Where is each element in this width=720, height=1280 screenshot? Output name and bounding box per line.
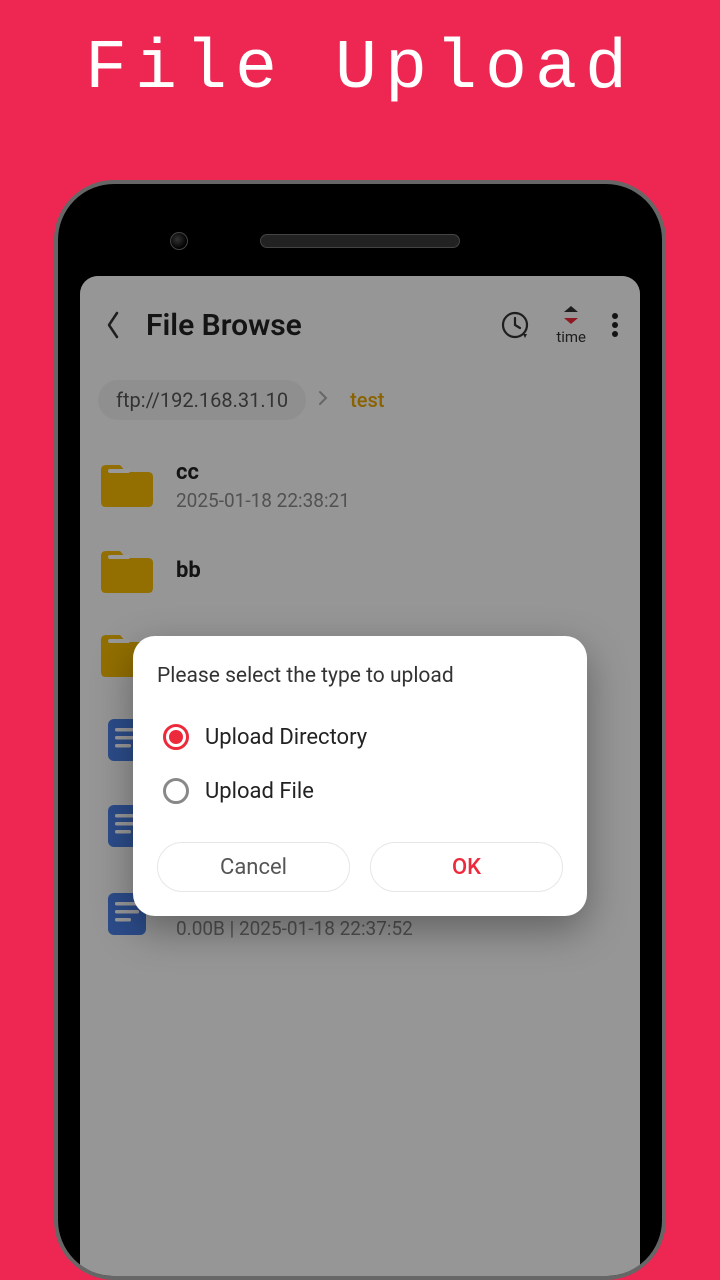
radio-unselected-icon [163,778,189,804]
dialog-title: Please select the type to upload [157,664,563,688]
phone-frame: File Browse time [54,180,666,1280]
screen: File Browse time [80,276,640,1276]
radio-label: Upload File [205,779,314,804]
phone-top-bezel [80,206,640,276]
radio-selected-icon [163,724,189,750]
speaker-icon [260,234,460,248]
camera-icon [170,232,188,250]
promo-title: File Upload [0,0,720,109]
upload-type-dialog: Please select the type to upload Upload … [133,636,587,916]
ok-button[interactable]: OK [370,842,563,892]
radio-upload-file[interactable]: Upload File [157,764,563,818]
radio-upload-directory[interactable]: Upload Directory [157,710,563,764]
cancel-button[interactable]: Cancel [157,842,350,892]
radio-label: Upload Directory [205,725,367,750]
